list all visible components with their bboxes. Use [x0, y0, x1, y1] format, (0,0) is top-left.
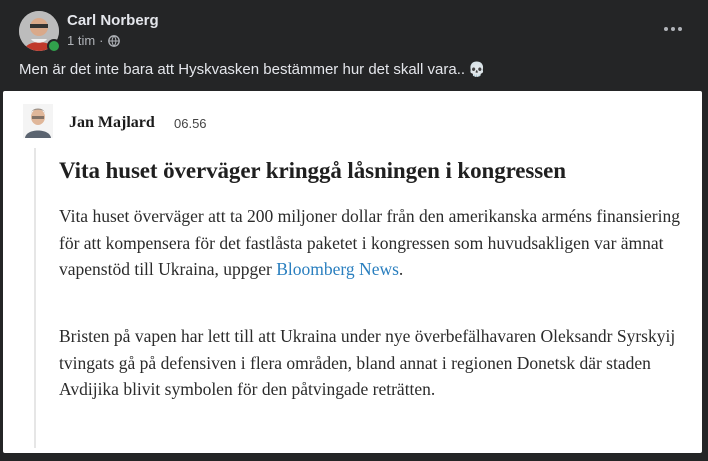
globe-icon[interactable]	[107, 34, 120, 47]
article-headline: Vita huset överväger kringgå låsningen i…	[59, 158, 566, 183]
quoted-author-avatar	[23, 104, 53, 138]
dot	[678, 27, 682, 31]
shared-screenshot-card[interactable]: Jan Majlard 06.56 Vita huset överväger k…	[3, 91, 702, 453]
thread-line	[34, 148, 36, 448]
facebook-post: Carl Norberg 1 tim · Men är det inte bar…	[0, 0, 708, 461]
skull-emoji: 💀	[468, 61, 486, 77]
quoted-author-name: Jan Majlard	[69, 114, 155, 131]
post-author-name[interactable]: Carl Norberg	[67, 12, 159, 29]
article-paragraph-2: Bristen på vapen har lett till att Ukrai…	[59, 326, 676, 399]
dot	[671, 27, 675, 31]
quoted-time: 06.56	[174, 116, 207, 131]
post-text: Men är det inte bara att Hyskvasken best…	[19, 61, 466, 78]
more-options-icon[interactable]	[658, 14, 688, 44]
post-body: Men är det inte bara att Hyskvasken best…	[19, 61, 485, 78]
meta-separator: ·	[99, 33, 104, 48]
post-time[interactable]: 1 tim	[67, 33, 95, 48]
bloomberg-link[interactable]: Bloomberg News	[276, 259, 399, 279]
dot	[664, 27, 668, 31]
online-status-dot	[47, 39, 61, 53]
post-meta: 1 tim ·	[67, 33, 120, 48]
article-paragraph-1: Vita huset överväger att ta 200 miljoner…	[59, 203, 689, 283]
paragraph-1-end: .	[398, 259, 404, 279]
